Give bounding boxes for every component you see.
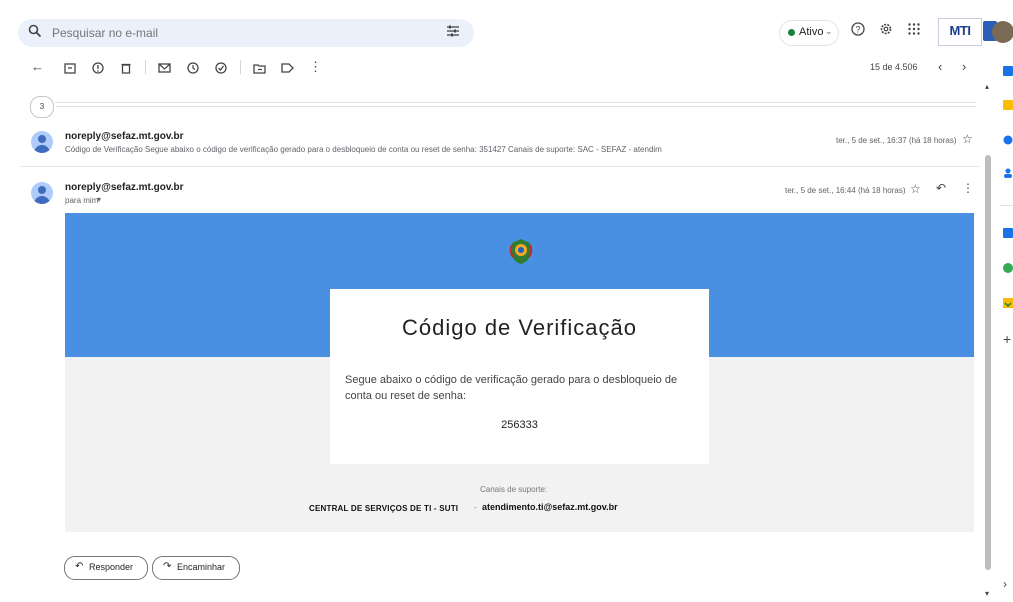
collapsed-messages-count[interactable]: 3 bbox=[30, 96, 54, 118]
newer-chevron-icon[interactable]: ‹ bbox=[938, 59, 942, 74]
support-separator: - bbox=[474, 503, 477, 512]
scrollbar[interactable] bbox=[984, 85, 992, 597]
addon-icon[interactable] bbox=[1003, 228, 1013, 241]
rail-divider bbox=[1000, 205, 1013, 206]
page-count: 15 de 4.506 bbox=[870, 62, 918, 72]
toolbar-divider bbox=[145, 60, 146, 74]
organization-logo[interactable]: MTI bbox=[938, 18, 997, 46]
support-email-link[interactable]: atendimento.ti@sefaz.mt.gov.br bbox=[482, 502, 618, 512]
search-icon[interactable] bbox=[28, 24, 42, 41]
star-icon[interactable]: ☆ bbox=[910, 182, 921, 196]
sender-avatar[interactable] bbox=[31, 182, 53, 204]
report-spam-icon[interactable] bbox=[92, 62, 104, 77]
message-divider bbox=[20, 166, 980, 167]
star-icon[interactable]: ☆ bbox=[962, 132, 973, 146]
toolbar-divider bbox=[240, 60, 241, 74]
tasks-icon[interactable] bbox=[1003, 135, 1013, 148]
expand-chevron-icon[interactable]: › bbox=[1003, 577, 1007, 591]
mark-unread-icon[interactable] bbox=[158, 62, 171, 77]
account-avatar[interactable] bbox=[992, 21, 1013, 43]
keep-icon[interactable] bbox=[1003, 100, 1013, 113]
forward-label: Encaminhar bbox=[177, 562, 226, 572]
state-seal-icon bbox=[509, 237, 533, 265]
back-arrow-icon[interactable]: ← bbox=[31, 59, 44, 74]
email-text: Segue abaixo o código de verificação ger… bbox=[345, 374, 678, 402]
chevron-down-icon: ⌄ bbox=[825, 26, 833, 36]
older-chevron-icon[interactable]: › bbox=[962, 59, 966, 74]
scroll-up-icon[interactable]: ▴ bbox=[985, 82, 989, 91]
label-icon[interactable] bbox=[281, 62, 294, 77]
contacts-icon[interactable] bbox=[1003, 168, 1013, 181]
status-button[interactable]: Ativo ⌄ bbox=[780, 21, 838, 45]
help-icon[interactable]: ? bbox=[851, 22, 865, 40]
collapsed-divider bbox=[56, 102, 976, 103]
sender-avatar[interactable] bbox=[31, 131, 53, 153]
status-label: Ativo bbox=[799, 26, 824, 38]
gear-icon[interactable] bbox=[879, 22, 893, 40]
reply-button[interactable]: ↶ Responder bbox=[64, 556, 148, 580]
move-to-icon[interactable] bbox=[253, 62, 266, 77]
addon-icon[interactable] bbox=[1003, 298, 1013, 311]
plus-icon[interactable]: + bbox=[1003, 331, 1011, 347]
search-options-icon[interactable] bbox=[446, 24, 460, 41]
verification-code: 256333 bbox=[501, 419, 538, 431]
message-time: ter., 5 de set., 16:44 (há 18 horas) bbox=[785, 186, 906, 195]
message-time: ter., 5 de set., 16:37 (há 18 horas) bbox=[836, 136, 957, 145]
recipient-label[interactable]: para mim bbox=[65, 196, 98, 205]
sender-name[interactable]: noreply@sefaz.mt.gov.br bbox=[65, 131, 183, 142]
reply-icon[interactable]: ↶ bbox=[936, 181, 946, 195]
delete-icon[interactable] bbox=[120, 62, 132, 77]
svg-text:?: ? bbox=[855, 25, 860, 35]
search-input[interactable] bbox=[52, 23, 432, 43]
scrollbar-thumb[interactable] bbox=[985, 155, 991, 570]
support-label: Canais de suporte: bbox=[480, 485, 548, 494]
forward-icon: ↷ bbox=[163, 561, 172, 572]
collapsed-divider bbox=[56, 106, 976, 107]
calendar-icon[interactable] bbox=[1003, 66, 1013, 79]
addon-icon[interactable] bbox=[1003, 263, 1013, 276]
search-bar[interactable] bbox=[18, 19, 474, 47]
email-title: Código de Verificação bbox=[401, 315, 638, 340]
reply-label: Responder bbox=[89, 562, 134, 572]
status-dot bbox=[788, 29, 795, 36]
archive-icon[interactable] bbox=[64, 62, 76, 77]
more-options-icon[interactable]: ⋮ bbox=[962, 181, 974, 195]
scroll-down-icon[interactable]: ▾ bbox=[985, 589, 989, 598]
apps-grid-icon[interactable] bbox=[907, 22, 921, 40]
message-snippet[interactable]: Código de Verificação Segue abaixo o cód… bbox=[65, 145, 662, 154]
recipient-details-icon[interactable]: ▾ bbox=[97, 195, 101, 204]
reply-icon: ↶ bbox=[75, 561, 84, 572]
verification-card: Código de Verificação Segue abaixo o cód… bbox=[330, 289, 709, 464]
support-central: CENTRAL DE SERVIÇOS DE TI - SUTI bbox=[309, 504, 459, 513]
add-task-icon[interactable] bbox=[215, 62, 227, 77]
logo-text: MTI bbox=[949, 23, 971, 38]
sender-name[interactable]: noreply@sefaz.mt.gov.br bbox=[65, 182, 183, 193]
forward-button[interactable]: ↷ Encaminhar bbox=[152, 556, 240, 580]
snooze-icon[interactable] bbox=[187, 62, 199, 77]
more-options-icon[interactable]: ⋮ bbox=[309, 59, 322, 75]
